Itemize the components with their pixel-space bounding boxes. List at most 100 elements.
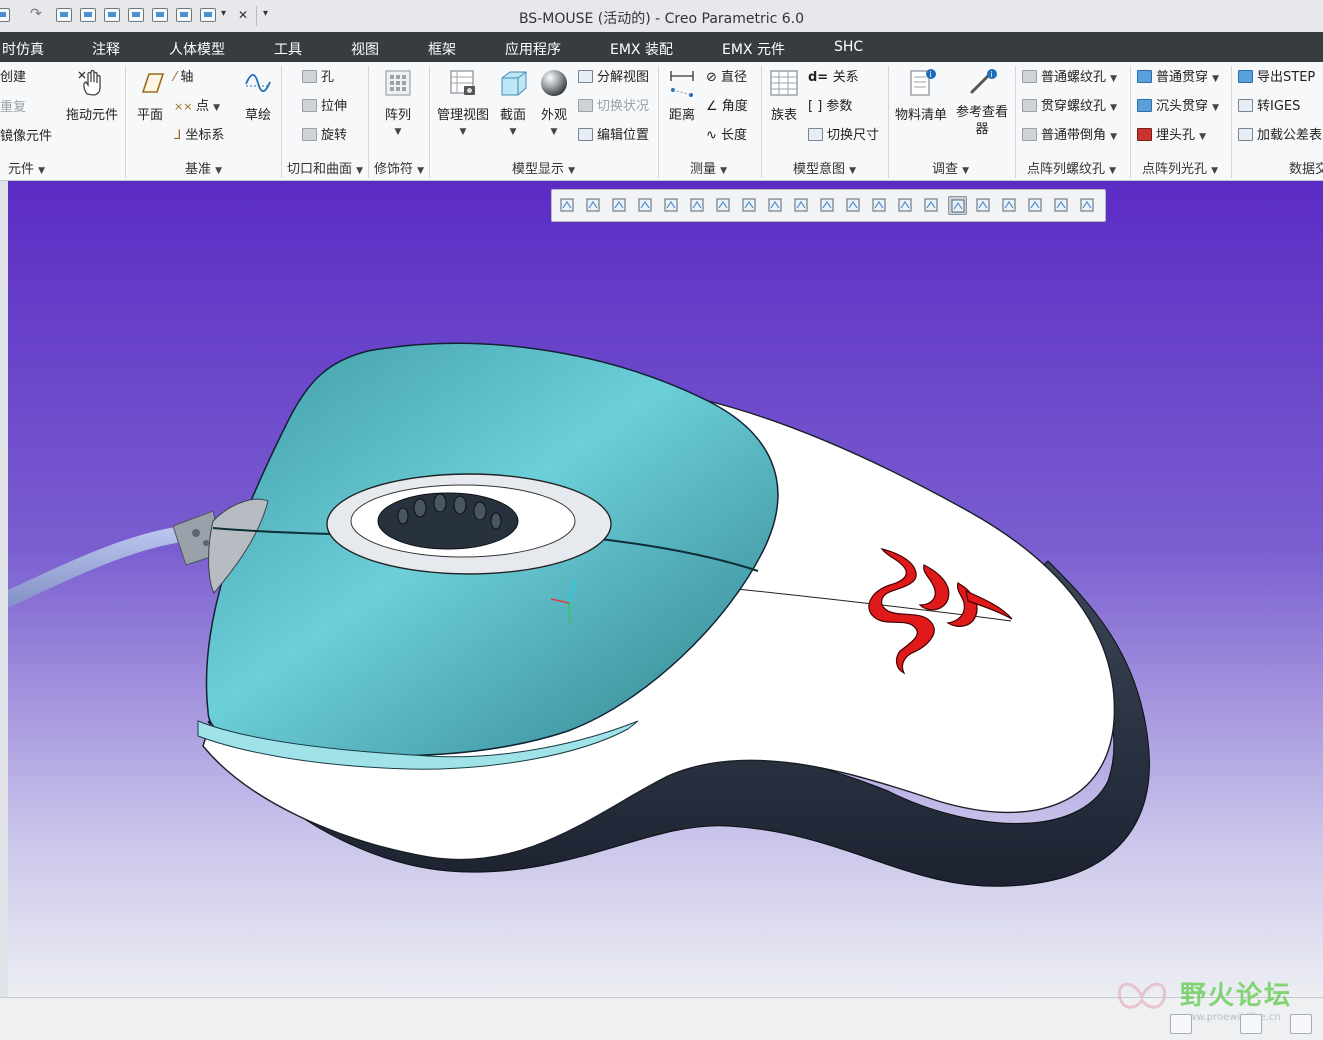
datum-point-button[interactable]: ×× 点 ▼: [174, 99, 220, 116]
model-intent-group-label[interactable]: 模型意图 ▼: [793, 158, 856, 177]
tab-simulation[interactable]: 时仿真: [2, 39, 44, 59]
plane-display-icon[interactable]: [844, 196, 863, 215]
plain-through-button[interactable]: 普通贯穿 ▼: [1137, 70, 1219, 87]
divider: [888, 66, 889, 178]
tab-view[interactable]: 视图: [351, 39, 379, 59]
mirror-component-button[interactable]: 镜像元件: [0, 129, 52, 145]
tab-annotate[interactable]: 注释: [92, 39, 120, 59]
view-manager-icon[interactable]: [1000, 196, 1019, 215]
sketch-button[interactable]: 草绘: [240, 68, 276, 123]
measure-group-label[interactable]: 测量 ▼: [690, 158, 727, 177]
parameters-button[interactable]: [ ] 参数: [808, 99, 852, 115]
in-graphics-toolbar: [551, 189, 1106, 222]
model-display-group-label[interactable]: 模型显示 ▼: [512, 158, 575, 177]
tag-display-icon[interactable]: [1026, 196, 1045, 215]
find-icon[interactable]: [1240, 1014, 1262, 1034]
tab-emx-assembly[interactable]: EMX 装配: [610, 39, 673, 59]
tab-applications[interactable]: 应用程序: [505, 39, 561, 59]
convert-iges-button[interactable]: 转IGES: [1238, 99, 1300, 115]
tab-emx-component[interactable]: EMX 元件: [722, 39, 785, 59]
orient-icon[interactable]: [662, 196, 681, 215]
repeat-component-button[interactable]: 重复: [0, 100, 26, 116]
revolve-button[interactable]: 旋转: [302, 128, 347, 144]
manage-views-button[interactable]: 管理视图 ▼: [435, 68, 491, 138]
csys-display-icon[interactable]: [922, 196, 941, 215]
divider: [281, 66, 282, 178]
hole-button[interactable]: 孔: [302, 70, 334, 86]
length-icon: ∿: [706, 128, 722, 143]
pattern-icon: [385, 70, 411, 96]
tab-manikin[interactable]: 人体模型: [169, 39, 225, 59]
counterbore-through-button[interactable]: 沉头贯穿 ▼: [1137, 99, 1219, 116]
modifier-group-label[interactable]: 修饰符 ▼: [374, 158, 424, 177]
appearance-button[interactable]: 外观 ▼: [536, 68, 572, 138]
cut-surface-group-label[interactable]: 切口和曲面 ▼: [287, 158, 363, 177]
title-bar: ↷ ▾ ✕ ▾ BS-MOUSE (活动的) - Creo Parametric…: [0, 0, 1323, 33]
angle-icon: ∠: [706, 99, 722, 114]
datum-plane-button[interactable]: 平面: [132, 68, 168, 123]
countersink-button[interactable]: 埋头孔 ▼: [1137, 128, 1206, 145]
pattern-button[interactable]: 阵列 ▼: [378, 68, 418, 138]
step-icon: [1238, 70, 1253, 83]
thread-hole-button[interactable]: 普通螺纹孔 ▼: [1022, 70, 1117, 87]
appearance-icon[interactable]: [766, 196, 785, 215]
show-all-icon[interactable]: [1052, 196, 1071, 215]
named-views-icon[interactable]: [818, 196, 837, 215]
toggle-status-button[interactable]: 切换状况: [578, 99, 649, 115]
table-icon: [770, 70, 798, 96]
load-tolerance-table-button[interactable]: 加载公差表: [1238, 128, 1322, 144]
selection-filter-icon[interactable]: [1170, 1014, 1192, 1034]
chamfer-thread-hole-button[interactable]: 普通带倒角 ▼: [1022, 128, 1117, 145]
data-exchange-label[interactable]: 数据交: [1289, 158, 1323, 177]
point-pattern-thread-label[interactable]: 点阵列螺纹孔 ▼: [1027, 158, 1116, 177]
edit-position-button[interactable]: 编辑位置: [578, 128, 649, 144]
point-pattern-light-label[interactable]: 点阵列光孔 ▼: [1142, 158, 1218, 177]
switch-dimensions-button[interactable]: 切换尺寸: [808, 128, 879, 144]
investigate-group-label[interactable]: 调查 ▼: [932, 158, 969, 177]
divider: [658, 66, 659, 178]
distance-icon: [670, 71, 694, 97]
measure-length-button[interactable]: ∿ 长度: [706, 128, 747, 144]
relations-icon: d=: [808, 70, 833, 85]
point-display-icon[interactable]: [896, 196, 915, 215]
axis-display-icon[interactable]: [870, 196, 889, 215]
bom-button[interactable]: i 物料清单: [893, 68, 949, 123]
zoom-out-icon[interactable]: [610, 196, 629, 215]
zoom-in-icon[interactable]: [584, 196, 603, 215]
window-toggle-icon[interactable]: [1290, 1014, 1312, 1034]
export-step-button[interactable]: 导出STEP: [1238, 70, 1315, 86]
component-group-label[interactable]: 元件 ▼: [8, 158, 45, 177]
section-button[interactable]: 截面 ▼: [496, 68, 530, 138]
perspective-icon[interactable]: [792, 196, 811, 215]
graphics-window[interactable]: [8, 181, 1323, 997]
fade-icon[interactable]: [1078, 196, 1097, 215]
measure-distance-button[interactable]: 距离: [664, 68, 700, 123]
divider: [1130, 66, 1131, 178]
measure-angle-button[interactable]: ∠ 角度: [706, 99, 748, 115]
section-icon[interactable]: [740, 196, 759, 215]
tab-framework[interactable]: 框架: [428, 39, 456, 59]
saved-views-icon[interactable]: [688, 196, 707, 215]
diameter-icon: ⊘: [706, 70, 722, 85]
datum-axis-button[interactable]: ⁄ 轴: [174, 70, 193, 86]
spin-center-icon[interactable]: [974, 196, 993, 215]
through-thread-hole-button[interactable]: 贯穿螺纹孔 ▼: [1022, 99, 1117, 116]
relations-button[interactable]: d= 关系: [808, 70, 859, 86]
family-table-button[interactable]: 族表: [766, 68, 802, 123]
drag-components-button[interactable]: 拖动元件: [62, 68, 122, 123]
exploded-view-button[interactable]: 分解视图: [578, 70, 649, 86]
measure-diameter-button[interactable]: ⊘ 直径: [706, 70, 747, 86]
datum-csys-button[interactable]: ⅃ 坐标系: [174, 128, 224, 144]
divider: [1231, 66, 1232, 178]
tab-shc[interactable]: SHC: [834, 39, 863, 55]
extrude-button[interactable]: 拉伸: [302, 99, 347, 115]
datum-group-label[interactable]: 基准 ▼: [185, 158, 222, 177]
repaint-icon[interactable]: [636, 196, 655, 215]
mouse-model[interactable]: [8, 181, 1323, 997]
display-style-icon[interactable]: [714, 196, 733, 215]
refit-icon[interactable]: [558, 196, 577, 215]
create-component-button[interactable]: 创建: [0, 70, 26, 86]
annotation-display-icon[interactable]: [948, 196, 967, 215]
tab-tools[interactable]: 工具: [274, 39, 302, 59]
reference-viewer-button[interactable]: i 参考查看器: [952, 68, 1012, 138]
